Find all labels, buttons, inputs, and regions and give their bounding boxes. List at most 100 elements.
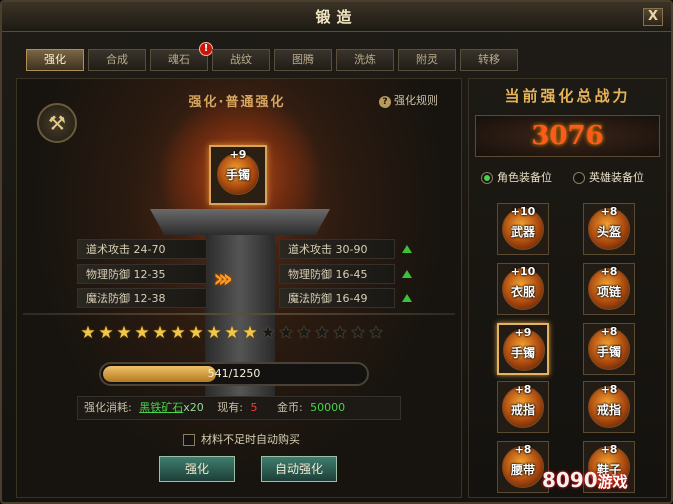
next-stat-3: 魔法防御 16-49: [279, 288, 395, 308]
hammer-icon[interactable]: ⚒: [37, 103, 77, 143]
star-filled-icon: ★: [188, 323, 204, 343]
slot-level: +10: [510, 265, 536, 278]
tab-synthesize[interactable]: 合成: [88, 49, 146, 71]
owned-label: 现有:: [217, 401, 243, 414]
watermark-brand: 8090: [542, 468, 598, 492]
slot-level: +8: [600, 325, 618, 338]
help-icon: ?: [379, 96, 391, 108]
slot-level: +8: [600, 383, 618, 396]
tab-soulstone[interactable]: 魂石 !: [150, 42, 213, 71]
slot-bracelet-left[interactable]: +9 手镯: [497, 323, 549, 375]
slot-name: 项链: [596, 285, 621, 299]
star-filled-icon: ★: [242, 323, 258, 343]
upgrade-arrow-icon: ›››: [213, 264, 233, 294]
star-filled-icon: ★: [80, 323, 96, 343]
current-stat-3: 魔法防御 12-38: [77, 288, 207, 308]
material-link[interactable]: 黑铁矿石x20: [139, 401, 204, 414]
close-button[interactable]: X: [643, 8, 663, 26]
tab-soulstone-label: 魂石: [168, 53, 190, 66]
stat-up-icon: [402, 270, 412, 278]
divider: [23, 313, 455, 315]
radio-icon: [481, 172, 493, 184]
slot-necklace[interactable]: +8 项链: [583, 263, 635, 315]
title-bar: 锻造 X: [2, 2, 671, 32]
tab-refine[interactable]: 洗炼: [336, 49, 394, 71]
tab-spirit[interactable]: 附灵: [398, 49, 456, 71]
slot-weapon[interactable]: +10 武器: [497, 203, 549, 255]
tab-transfer[interactable]: 转移: [460, 49, 518, 71]
tab-enhance[interactable]: 强化: [26, 49, 84, 71]
current-stat-2: 物理防御 12-35: [77, 264, 207, 284]
star-filled-icon: ★: [116, 323, 132, 343]
slot-ring-left[interactable]: +8 戒指: [497, 381, 549, 433]
alert-badge-icon: !: [199, 42, 213, 56]
star-filled-icon: ★: [134, 323, 150, 343]
auto-enhance-button[interactable]: 自动强化: [261, 456, 337, 482]
star-filled-icon: ★: [152, 323, 168, 343]
slot-level: +8: [514, 443, 532, 456]
next-stat-2: 物理防御 16-45: [279, 264, 395, 284]
slot-name: 腰带: [510, 463, 535, 477]
slot-level: +8: [514, 383, 532, 396]
radio-hero-label: 英雄装备位: [589, 171, 644, 184]
item-name: 手镯: [225, 168, 250, 182]
gold-label: 金币:: [276, 401, 303, 414]
slot-name: 衣服: [510, 285, 535, 299]
tab-totem[interactable]: 图腾: [274, 49, 332, 71]
forge-window: 锻造 X 强化 合成 魂石 ! 战纹 图腾 洗炼 附灵 转移 ⚒ 强化·普通强化…: [0, 0, 673, 504]
slot-ring-right[interactable]: +8 戒指: [583, 381, 635, 433]
current-stat-1: 道术攻击 24-70: [77, 239, 207, 259]
star-empty-icon: ★: [296, 323, 312, 343]
rules-link[interactable]: ? 强化规则: [379, 92, 438, 108]
gold-value: 50000: [310, 401, 346, 414]
auto-buy-checkbox[interactable]: [183, 434, 195, 446]
material-qty: x20: [183, 401, 204, 414]
slot-bracelet-right[interactable]: +8 手镯: [583, 323, 635, 375]
power-value: 3076: [531, 121, 604, 151]
star-empty-icon: ★: [350, 323, 366, 343]
star-empty-icon: ★: [314, 323, 330, 343]
slot-armor[interactable]: +10 衣服: [497, 263, 549, 315]
mode-title: 强化·普通强化: [188, 95, 286, 110]
site-watermark-logo: 8090游戏: [542, 468, 628, 492]
slot-level: +10: [510, 205, 536, 218]
rules-label: 强化规则: [394, 94, 438, 107]
star-filled-icon: ★: [170, 323, 186, 343]
star-filled-icon: ★: [206, 323, 222, 343]
star-filled-icon: ★: [98, 323, 114, 343]
slot-level: +8: [600, 205, 618, 218]
next-stat-1: 道术攻击 30-90: [279, 239, 395, 259]
progress-text: 541/1250: [207, 367, 261, 380]
stat-up-icon: [402, 294, 412, 302]
auto-buy-option[interactable]: 材料不足时自动购买: [183, 431, 300, 447]
enhance-button[interactable]: 强化: [159, 456, 235, 482]
selected-item-slot[interactable]: +9 手镯: [209, 145, 267, 205]
window-title: 锻造: [315, 8, 358, 26]
material-name: 黑铁矿石: [139, 401, 184, 414]
cost-label: 强化消耗:: [84, 401, 132, 414]
anvil-icon: [150, 209, 330, 235]
radio-character-label: 角色装备位: [497, 171, 552, 184]
enhance-progress-bar: 541/1250: [99, 362, 369, 386]
slot-name: 戒指: [596, 403, 621, 417]
slot-name: 手镯: [510, 346, 535, 360]
radio-character-slots[interactable]: 角色装备位: [481, 169, 552, 185]
star-rating: ★ ★ ★ ★ ★ ★ ★ ★ ★ ★ ★ ★ ★ ★ ★ ★ ★: [79, 323, 385, 343]
auto-buy-label: 材料不足时自动购买: [201, 433, 300, 446]
slot-level: +8: [600, 443, 618, 456]
star-empty-icon: ★: [260, 323, 276, 343]
tab-battle-pattern[interactable]: 战纹: [212, 49, 270, 71]
star-empty-icon: ★: [278, 323, 294, 343]
slot-name: 手镯: [596, 345, 621, 359]
slot-name: 武器: [510, 225, 535, 239]
slot-level: +8: [600, 265, 618, 278]
slot-helmet[interactable]: +8 头盔: [583, 203, 635, 255]
power-box: 3076: [475, 115, 660, 157]
radio-hero-slots[interactable]: 英雄装备位: [573, 169, 644, 185]
star-empty-icon: ★: [368, 323, 384, 343]
stat-up-icon: [402, 245, 412, 253]
watermark-suffix: 游戏: [597, 473, 628, 491]
power-header: 当前强化总战力: [504, 87, 631, 105]
slot-name: 头盔: [596, 225, 621, 239]
owned-value: 5: [250, 401, 258, 414]
